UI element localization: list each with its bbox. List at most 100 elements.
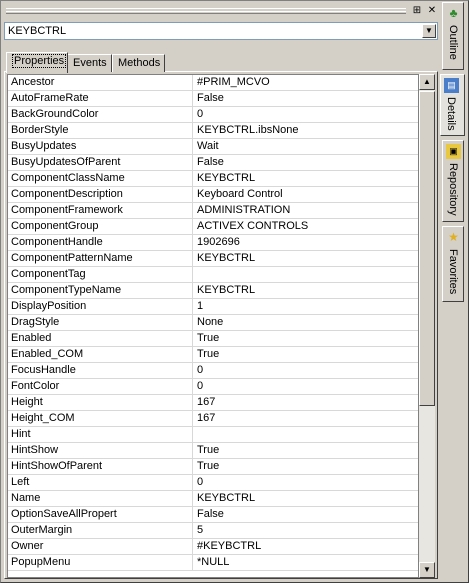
property-name: FontColor — [8, 379, 193, 395]
property-row[interactable]: Height 167 — [8, 395, 418, 411]
property-value[interactable]: Keyboard Control — [194, 187, 418, 203]
property-row[interactable]: BackGroundColor 0 — [8, 107, 418, 123]
property-value[interactable]: None — [194, 315, 418, 331]
side-tab-details-label: Details — [445, 97, 457, 131]
property-row[interactable]: ComponentHandle 1902696 — [8, 235, 418, 251]
property-row[interactable]: Enabled_COM True — [8, 347, 418, 363]
property-value[interactable]: True — [194, 347, 418, 363]
property-row[interactable]: ComponentGroup ACTIVEX CONTROLS — [8, 219, 418, 235]
property-row[interactable]: ComponentPatternName KEYBCTRL — [8, 251, 418, 267]
property-value[interactable]: True — [194, 331, 418, 347]
side-tab-repository[interactable]: ▣ Repository — [442, 140, 464, 222]
property-row[interactable]: Ancestor #PRIM_MCVO — [8, 75, 418, 91]
property-row[interactable]: FocusHandle 0 — [8, 363, 418, 379]
property-value[interactable]: KEYBCTRL — [194, 251, 418, 267]
property-value[interactable] — [194, 427, 418, 443]
property-value[interactable]: False — [194, 155, 418, 171]
property-value[interactable]: ACTIVEX CONTROLS — [194, 219, 418, 235]
property-value[interactable] — [194, 267, 418, 283]
property-value[interactable]: KEYBCTRL — [194, 171, 418, 187]
side-tab-outline[interactable]: ♣ Outline — [442, 2, 464, 70]
property-row[interactable]: OuterMargin 5 — [8, 523, 418, 539]
property-name: ComponentTag — [8, 267, 193, 283]
property-value[interactable]: #KEYBCTRL — [194, 539, 418, 555]
property-name: Enabled_COM — [8, 347, 193, 363]
property-value[interactable]: 0 — [194, 363, 418, 379]
property-row[interactable]: BusyUpdatesOfParent False — [8, 155, 418, 171]
property-row[interactable]: ComponentFramework ADMINISTRATION — [8, 203, 418, 219]
property-value[interactable]: ADMINISTRATION — [194, 203, 418, 219]
property-value[interactable]: 0 — [194, 107, 418, 123]
property-value[interactable]: 1902696 — [194, 235, 418, 251]
property-row[interactable]: HintShow True — [8, 443, 418, 459]
property-value[interactable]: KEYBCTRL — [194, 491, 418, 507]
property-name: HintShow — [8, 443, 193, 459]
tab-properties[interactable]: Properties — [6, 52, 68, 73]
outline-icon: ♣ — [449, 6, 458, 20]
property-row[interactable]: ComponentTag — [8, 267, 418, 283]
property-name: PopupMenu — [8, 555, 193, 571]
property-row[interactable]: AutoFrameRate False — [8, 91, 418, 107]
property-name: FocusHandle — [8, 363, 193, 379]
property-value[interactable]: #PRIM_MCVO — [194, 75, 418, 91]
tab-events-label: Events — [73, 57, 107, 69]
property-row[interactable]: ComponentDescription Keyboard Control — [8, 187, 418, 203]
property-value[interactable]: KEYBCTRL — [194, 283, 418, 299]
property-value[interactable]: *NULL — [194, 555, 418, 571]
property-value[interactable]: True — [194, 459, 418, 475]
property-value[interactable]: True — [194, 443, 418, 459]
repository-icon: ▣ — [446, 144, 461, 159]
property-row[interactable]: DisplayPosition 1 — [8, 299, 418, 315]
property-name: ComponentTypeName — [8, 283, 193, 299]
close-icon[interactable]: ✕ — [426, 5, 438, 17]
property-value[interactable]: 5 — [194, 523, 418, 539]
property-value[interactable]: KEYBCTRL.ibsNone — [194, 123, 418, 139]
property-row[interactable]: HintShowOfParent True — [8, 459, 418, 475]
property-row[interactable]: Enabled True — [8, 331, 418, 347]
property-value[interactable]: Wait — [194, 139, 418, 155]
property-row[interactable]: ComponentClassName KEYBCTRL — [8, 171, 418, 187]
property-value[interactable]: False — [194, 91, 418, 107]
property-row[interactable]: Height_COM 167 — [8, 411, 418, 427]
property-name: DisplayPosition — [8, 299, 193, 315]
property-row[interactable]: BusyUpdates Wait — [8, 139, 418, 155]
property-row[interactable]: Name KEYBCTRL — [8, 491, 418, 507]
property-grid: Ancestor #PRIM_MCVO AutoFrameRate False Back… — [7, 74, 419, 578]
property-value[interactable]: 167 — [194, 411, 418, 427]
property-value[interactable]: 1 — [194, 299, 418, 315]
property-row[interactable]: BorderStyle KEYBCTRL.ibsNone — [8, 123, 418, 139]
scroll-down-icon[interactable]: ▼ — [419, 562, 435, 578]
property-row[interactable]: Owner #KEYBCTRL — [8, 539, 418, 555]
component-selector[interactable]: KEYBCTRL ▼ — [4, 22, 438, 40]
property-name: Owner — [8, 539, 193, 555]
property-row[interactable]: FontColor 0 — [8, 379, 418, 395]
property-row[interactable]: Hint — [8, 427, 418, 443]
property-name: BusyUpdates — [8, 139, 193, 155]
tab-methods[interactable]: Methods — [112, 54, 165, 72]
property-row[interactable]: DragStyle None — [8, 315, 418, 331]
favorites-icon: ★ — [448, 230, 459, 244]
tab-properties-label: Properties — [12, 54, 67, 68]
side-tab-favorites[interactable]: ★ Favorites — [442, 226, 464, 302]
tab-events[interactable]: Events — [67, 54, 112, 72]
property-name: BorderStyle — [8, 123, 193, 139]
property-row[interactable]: OptionSaveAllPropert False — [8, 507, 418, 523]
side-tab-details[interactable]: ▤ Details — [440, 74, 465, 136]
chevron-down-icon[interactable]: ▼ — [422, 24, 436, 38]
property-row[interactable]: PopupMenu *NULL — [8, 555, 418, 571]
property-name: AutoFrameRate — [8, 91, 193, 107]
scroll-up-icon[interactable]: ▲ — [419, 74, 435, 90]
drag-grip[interactable] — [6, 8, 406, 14]
property-value[interactable]: False — [194, 507, 418, 523]
property-name: ComponentClassName — [8, 171, 193, 187]
property-value[interactable]: 167 — [194, 395, 418, 411]
property-row[interactable]: Left 0 — [8, 475, 418, 491]
property-name: Height_COM — [8, 411, 193, 427]
scroll-thumb[interactable] — [419, 91, 435, 406]
property-value[interactable]: 0 — [194, 475, 418, 491]
property-name: Hint — [8, 427, 193, 443]
vertical-scrollbar[interactable]: ▲ ▼ — [419, 74, 435, 578]
property-row[interactable]: ComponentTypeName KEYBCTRL — [8, 283, 418, 299]
pin-icon[interactable]: ⊞ — [411, 5, 423, 17]
property-value[interactable]: 0 — [194, 379, 418, 395]
